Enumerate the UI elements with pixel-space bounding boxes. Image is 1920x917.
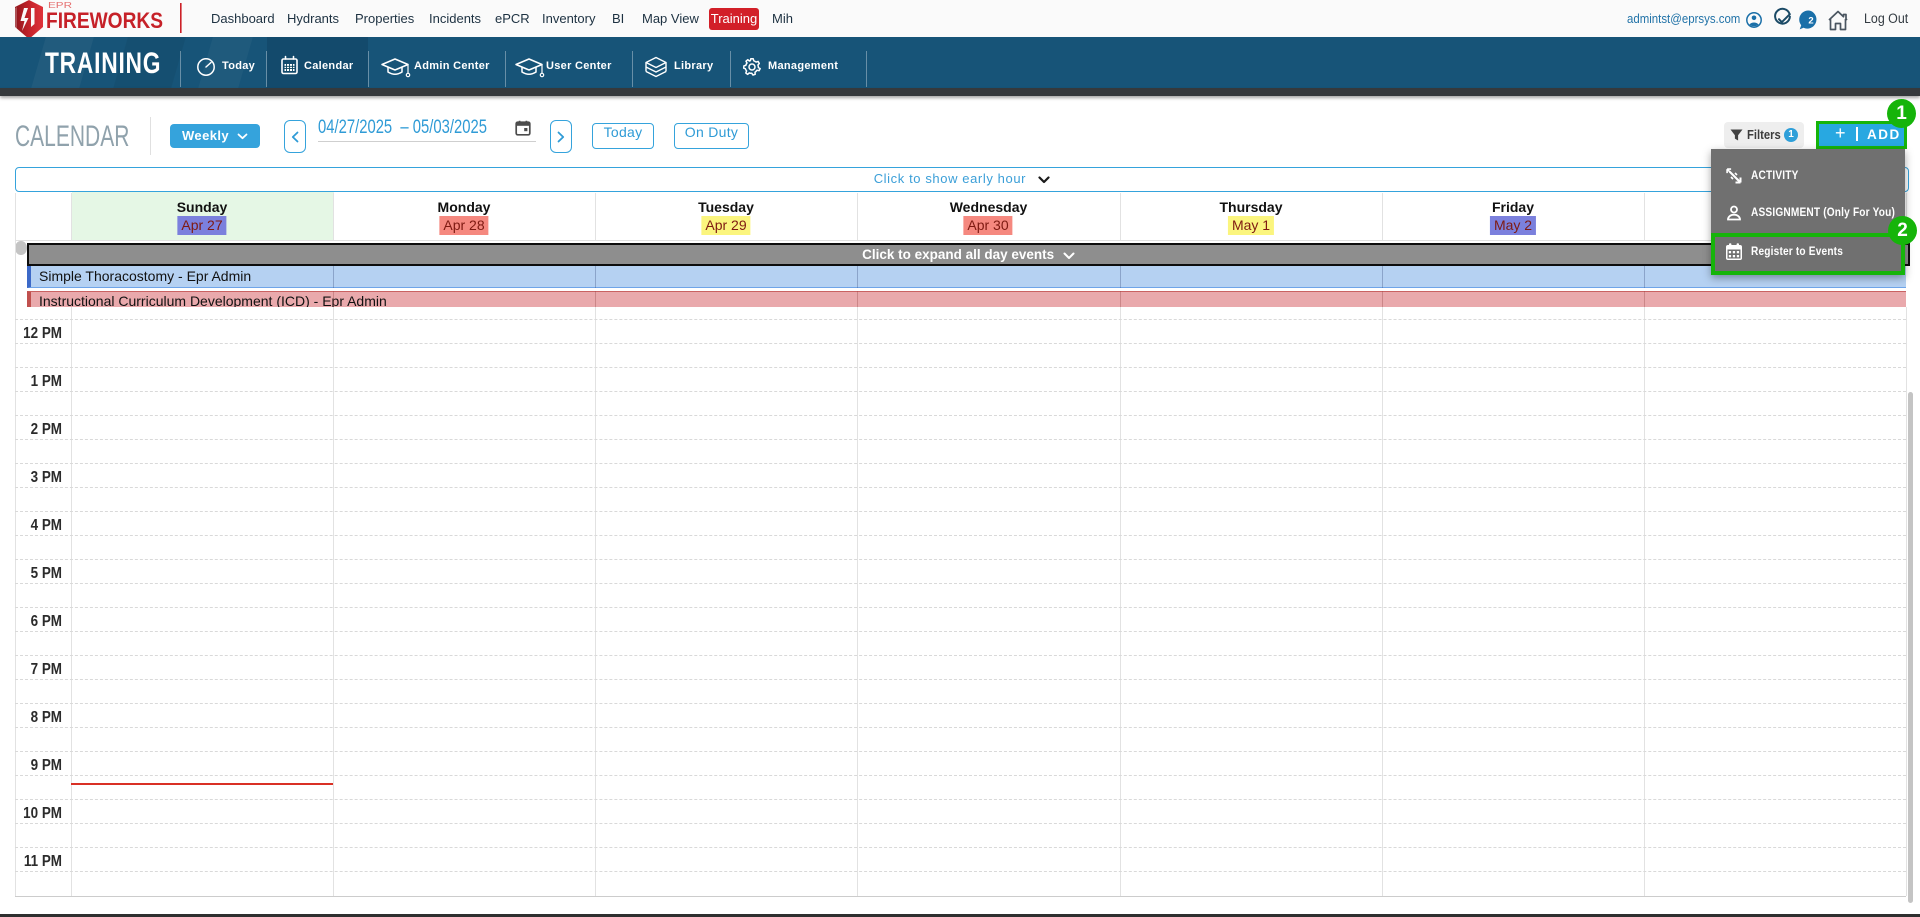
svg-text:2: 2	[1808, 16, 1813, 27]
svg-text:FIREWORKS: FIREWORKS	[46, 8, 163, 33]
